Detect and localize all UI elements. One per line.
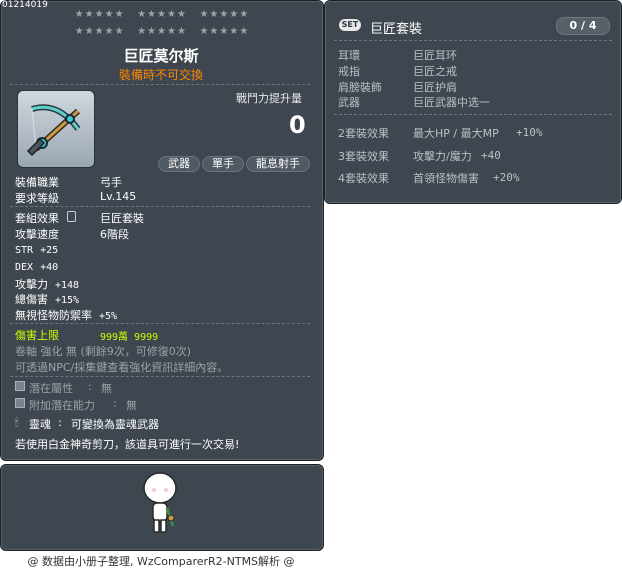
set-effect-value: +10% [516, 126, 543, 139]
attack-speed-label: 攻擊速度 [15, 228, 59, 241]
set-count-badge: 0 / 4 [556, 17, 610, 35]
star-group: ★★★★★ [199, 26, 250, 37]
set-effect-value: +20% [493, 171, 520, 184]
level-label: 要求等級 [15, 192, 59, 205]
item-name: 巨匠莫尔斯 [123, 47, 199, 65]
stat-name: 攻擊力 [15, 278, 48, 291]
tag-one-handed: 單手 [202, 156, 244, 172]
soul-separator: : [58, 416, 62, 429]
tag-job: 龍息射手 [246, 156, 310, 172]
set-part-item: 巨匠护肩 [413, 81, 457, 94]
lock-icon [67, 211, 76, 222]
npc-info: 可透過NPC/採集鍵查看強化資訊詳細內容。 [15, 361, 229, 374]
set-effect-tier: 2套裝效果 [338, 127, 389, 140]
soul-flame-icon: 🕯 [15, 416, 19, 429]
star-force-row-2: ★★★★★ ★★★★★ ★★★★★ [64, 26, 260, 37]
set-effect-tier: 4套裝效果 [338, 172, 389, 185]
star-group: ★★★★★ [137, 9, 187, 20]
set-part-slot: 肩膀裝飾 [338, 81, 382, 94]
set-effect-text: 攻擊力/魔力 [413, 150, 472, 163]
set-part-slot: 戒指 [338, 65, 360, 78]
divider [10, 84, 310, 85]
star-group: ★★★★★ [74, 26, 125, 37]
set-part-item: 巨匠武器中选一 [413, 96, 490, 109]
divider [10, 206, 310, 207]
stat-row: 無視怪物防禦率 +5% [15, 307, 117, 323]
scissors-trade-note: 若使用白金神奇剪刀，該道具可進行一次交易! [15, 438, 240, 451]
star-group: ★★★★★ [199, 9, 250, 20]
set-effect-value: 巨匠套裝 [100, 212, 144, 225]
soul-label: 靈魂 [29, 418, 51, 431]
set-part-item: 巨匠之戒 [413, 65, 457, 78]
set-effect-text: 最大HP / 最大MP [413, 127, 499, 140]
item-id: 01214019 [2, 0, 48, 10]
star-group: ★★★★★ [74, 9, 125, 20]
potential-icon [15, 381, 25, 391]
stat-row: 總傷害 +15% [15, 291, 79, 307]
potential-value: 無 [101, 382, 112, 395]
potential-separator: : [88, 380, 92, 393]
set-part-slot: 耳環 [338, 49, 360, 62]
soul-value: 可變換為靈魂武器 [71, 418, 159, 431]
divider [10, 323, 310, 324]
stat-row: DEX +40 [15, 260, 58, 273]
set-part-item: 巨匠耳环 [413, 49, 457, 62]
set-effect-label: 套組效果 [15, 212, 59, 225]
trade-restriction-note: 裝備時不可交換 [118, 68, 203, 82]
star-force-row-1: ★★★★★ ★★★★★ ★★★★★ [64, 9, 260, 20]
attack-speed-value: 6階段 [100, 228, 129, 241]
additional-potential-label: 附加潛在能力 [29, 399, 95, 412]
stat-row: STR +25 [15, 243, 58, 256]
stat-value: +148 [55, 280, 80, 291]
character-sprite-icon [143, 472, 177, 533]
footer-credit: @ 数据由小册子整理, WzComparerR2-NTMS解析 @ [27, 555, 295, 568]
stat-value: +40 [40, 262, 59, 273]
set-effect-value: +40 [481, 149, 501, 162]
divider [334, 40, 612, 41]
additional-potential-separator: : [113, 397, 117, 410]
potential-label: 潛在屬性 [29, 382, 73, 395]
stat-row: 攻擊力 +148 [15, 276, 79, 292]
damage-increase-label: 戰鬥力提升量 [236, 92, 302, 105]
set-effect-text: 首領怪物傷害 [413, 172, 479, 185]
stat-name: 總傷害 [15, 293, 48, 306]
tag-weapon: 武器 [158, 156, 200, 172]
star-group: ★★★★★ [137, 26, 187, 37]
scroll-info: 卷軸 強化 無 (剩餘9次，可修復0次) [15, 345, 192, 358]
stat-name: DEX [15, 262, 34, 273]
stat-value: +15% [55, 295, 80, 306]
job-value: 弓手 [100, 176, 122, 189]
stat-name: STR [15, 245, 34, 256]
damage-cap-label: 傷害上限 [15, 329, 59, 342]
level-value: Lv.145 [100, 190, 137, 203]
set-effect-tier: 3套裝效果 [338, 150, 389, 163]
additional-potential-value: 無 [126, 399, 137, 412]
stat-name: 無視怪物防禦率 [15, 309, 92, 322]
crossbow-icon [26, 104, 81, 157]
divider [334, 114, 612, 115]
set-badge-icon: SET [339, 19, 361, 31]
set-part-slot: 武器 [338, 96, 360, 109]
divider [10, 376, 310, 377]
set-name: 巨匠套裝 [370, 22, 423, 37]
item-icon-frame [17, 90, 95, 168]
additional-potential-icon [15, 398, 25, 408]
damage-increase-value: 0 [289, 111, 306, 139]
stat-value: +5% [99, 311, 118, 322]
stat-value: +25 [40, 245, 59, 256]
damage-cap-value: 999萬 9999 [100, 332, 159, 343]
job-label: 裝備職業 [15, 176, 59, 189]
